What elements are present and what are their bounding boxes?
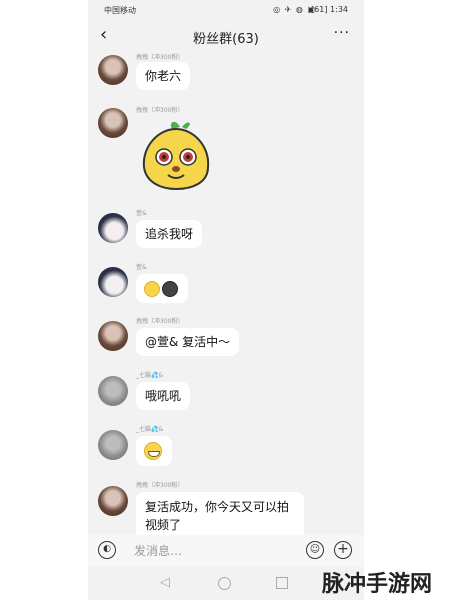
message-bubble[interactable]: 追杀我呀 [136,220,203,248]
phone-screen: 中国移动 ◎ ✈ ◍ ▣ [61] 1:34 ‹ 粉丝群(63) ··· 拽拽（… [88,0,364,600]
group-title: 粉丝群(63) [193,32,259,47]
sender-name: _七猫💦& [136,426,164,433]
nav-recent-icon[interactable] [276,577,288,589]
message-input[interactable] [126,539,314,563]
message-bubble[interactable]: @萱& 复活中～ [136,328,240,356]
avatar[interactable] [98,267,128,297]
plus-icon[interactable]: + [334,541,352,559]
pear-face-sticker[interactable] [138,117,214,193]
status-bar: 中国移动 ◎ ✈ ◍ ▣ [61] 1:34 [88,0,364,20]
avatar[interactable] [98,321,128,351]
more-options-icon[interactable]: ··· [334,25,350,41]
status-icons: ◎ ✈ ◍ ▣ [273,5,316,14]
avatar[interactable] [98,486,128,516]
sender-name: 拽拽（冲300粉） [136,318,184,325]
nav-back-icon[interactable]: ◁ [160,575,170,590]
message-bubble[interactable] [136,436,172,466]
emoji-icon[interactable]: ☺ [306,541,324,559]
sender-name: 萱& [136,264,147,271]
grinning-emoji-icon [144,442,162,460]
sender-name: 萱& [136,210,147,217]
message-bubble[interactable]: 哦吼吼 [136,382,191,410]
relieved-emoji-icon [144,280,160,297]
message-bubble[interactable]: 你老六 [136,62,191,90]
watermark-text: 脉冲手游网 [322,572,433,597]
carrier-label: 中国移动 [104,6,136,15]
clock: 1:34 [330,5,348,14]
chat-header: ‹ 粉丝群(63) ··· [88,20,364,50]
avatar[interactable] [98,430,128,460]
avatar[interactable] [98,376,128,406]
nav-home-icon[interactable] [218,577,231,590]
sender-name: 拽拽（冲300粉） [136,482,184,489]
dark-face-emoji-icon [162,280,178,297]
message-bubble[interactable] [136,274,188,303]
avatar[interactable] [98,55,128,85]
message-bubble[interactable]: 复活成功，你今天又可以拍视频了 [136,492,304,540]
avatar[interactable] [98,108,128,138]
message-input-bar: ◐ ☺ + [88,535,364,567]
voice-icon[interactable]: ◐ [98,541,116,559]
sender-name: 拽拽（冲300粉） [136,107,184,114]
avatar[interactable] [98,213,128,243]
sender-name: 拽拽（冲300粉） [136,54,184,61]
status-time: [61] 1:34 [311,5,348,14]
sender-name: _七猫💦& [136,372,164,379]
battery-indicator: [61] [311,5,328,14]
